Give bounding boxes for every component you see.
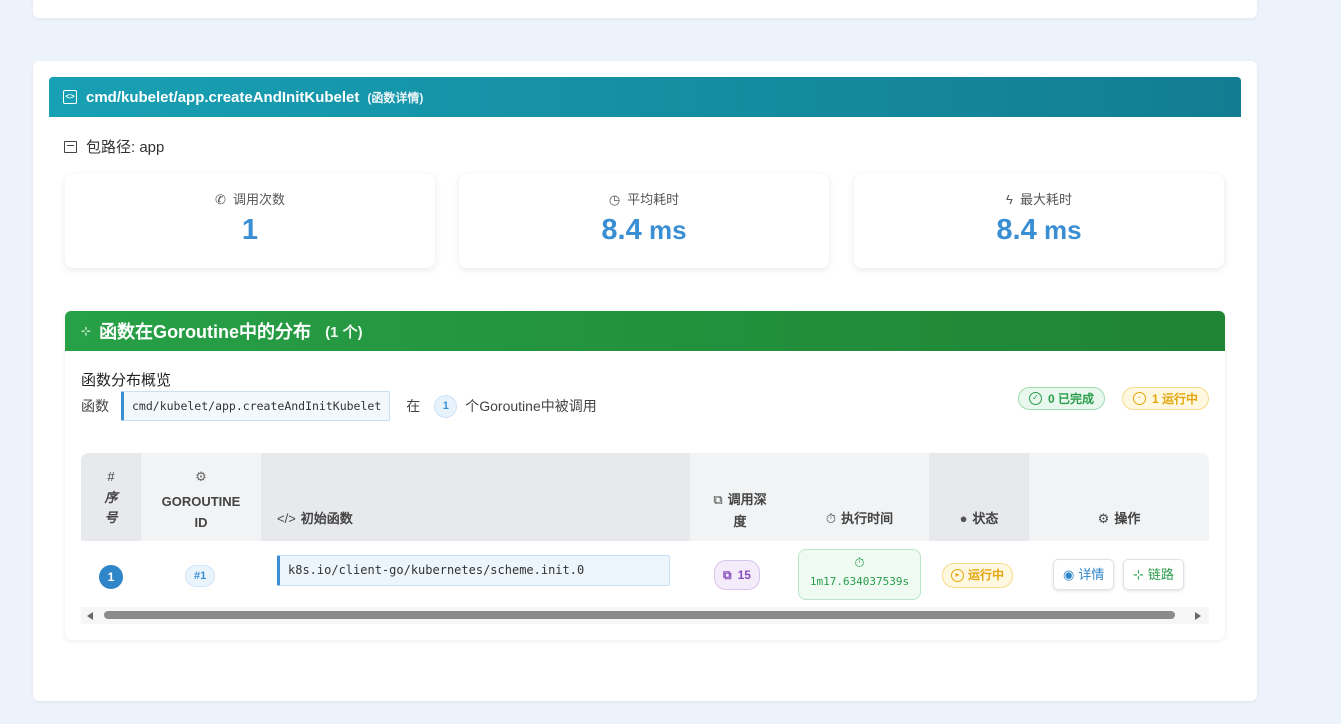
goroutine-distribution-card: ⊹ 函数在Goroutine中的分布 (1 个) 函数分布概览 函数 cmd/k… — [65, 311, 1225, 640]
stat-label: 调用次数 — [232, 192, 285, 207]
distribution-header: ⊹ 函数在Goroutine中的分布 (1 个) — [65, 311, 1225, 351]
archive-icon — [64, 140, 77, 153]
th-goroutine-id[interactable]: ⚙ GOROUTINE ID — [141, 453, 261, 541]
package-path-label: 包路径: app — [86, 139, 165, 156]
th-depth[interactable]: ⧉ 调用深度 — [690, 453, 790, 541]
sitemap-icon: ⊹ — [1133, 567, 1144, 582]
depth-badge: ⧉ 15 — [714, 560, 760, 590]
overview-row: 函数 cmd/kubelet/app.createAndInitKubelet … — [81, 391, 597, 421]
chain-button[interactable]: ⊹ 链路 — [1123, 559, 1184, 590]
th-index[interactable]: # 序号 — [81, 453, 141, 541]
function-subtitle: (函数详情) — [367, 90, 424, 105]
scroll-right-icon[interactable] — [1195, 612, 1201, 620]
function-title: cmd/kubelet/app.createAndInitKubelet — [86, 88, 360, 106]
distribution-title: 函数在Goroutine中的分布 — [99, 322, 312, 342]
init-func-chip: k8s.io/client-go/kubernetes/scheme.init.… — [277, 555, 670, 586]
layers-icon: ⧉ — [713, 492, 723, 507]
package-path: 包路径: app — [64, 136, 164, 157]
function-detail-card: <> cmd/kubelet/app.createAndInitKubelet … — [33, 61, 1257, 701]
horizontal-scrollbar[interactable] — [81, 607, 1209, 624]
previous-card — [33, 0, 1257, 18]
stat-max-time: ϟ 最大耗时 8.4 ms — [854, 174, 1224, 268]
code-icon: <> — [63, 90, 77, 104]
play-circle-icon: ▸ — [951, 569, 964, 582]
running-badge: · 1 运行中 — [1122, 387, 1210, 410]
bolt-icon: ϟ — [1006, 192, 1013, 207]
chip-icon: ⚙ — [195, 469, 207, 484]
status-badge: ▸ 运行中 — [942, 563, 1014, 588]
code-icon: </> — [277, 511, 296, 526]
goroutine-count-badge: 1 — [434, 394, 458, 418]
completed-badge: ✓ 0 已完成 — [1018, 387, 1106, 410]
circle-icon: ● — [959, 511, 968, 526]
stat-call-count: ✆ 调用次数 1 — [65, 174, 435, 268]
exec-time-box: ⏱ 1m17.634037539s — [798, 549, 921, 600]
scroll-left-icon[interactable] — [87, 612, 93, 620]
th-exec-time[interactable]: ⏱ 执行时间 — [790, 453, 929, 541]
stat-label: 平均耗时 — [627, 192, 680, 207]
eye-icon: ◉ — [1063, 567, 1075, 582]
stat-value: 1 — [241, 214, 259, 246]
layers-icon: ⧉ — [723, 568, 732, 582]
row-index: 1 — [99, 565, 123, 589]
function-header: <> cmd/kubelet/app.createAndInitKubelet … — [49, 77, 1241, 117]
distribution-count: (1 个) — [325, 323, 363, 341]
th-actions: ⚙ 操作 — [1097, 511, 1141, 526]
gear-icon: ⚙ — [1097, 511, 1110, 526]
clock-icon: · — [1133, 392, 1146, 405]
stat-value: 8.4 — [996, 214, 1037, 246]
detail-button[interactable]: ◉ 详情 — [1053, 559, 1115, 590]
table-row: 1 #1 k8s.io/client-go/kubernetes/scheme.… — [81, 541, 1209, 607]
stat-avg-time: ◷ 平均耗时 8.4 ms — [459, 174, 829, 268]
th-init-func[interactable]: </> 初始函数 — [261, 453, 690, 541]
phone-icon: ✆ — [215, 192, 226, 207]
check-circle-icon: ✓ — [1029, 392, 1042, 405]
clock-icon: ◷ — [608, 192, 621, 207]
function-name-chip: cmd/kubelet/app.createAndInitKubelet — [121, 391, 391, 421]
table-header: # 序号 ⚙ GOROUTINE ID </> 初始函数 ⧉ 调用深度 ⏱ 执行时间 — [81, 453, 1209, 541]
stopwatch-icon: ⏱ — [854, 556, 865, 571]
th-status[interactable]: ● 状态 — [929, 453, 1029, 541]
overview-title: 函数分布概览 — [81, 372, 172, 389]
stat-value: 8.4 — [601, 214, 642, 246]
scrollbar-thumb[interactable] — [104, 611, 1175, 619]
goroutine-table: # 序号 ⚙ GOROUTINE ID </> 初始函数 ⧉ 调用深度 ⏱ 执行时间 — [81, 453, 1209, 607]
hash-icon: # — [107, 469, 115, 484]
sitemap-icon: ⊹ — [81, 324, 92, 338]
stat-label: 最大耗时 — [1019, 192, 1072, 207]
stopwatch-icon: ⏱ — [825, 511, 837, 526]
goroutine-id-badge: #1 — [185, 565, 216, 587]
